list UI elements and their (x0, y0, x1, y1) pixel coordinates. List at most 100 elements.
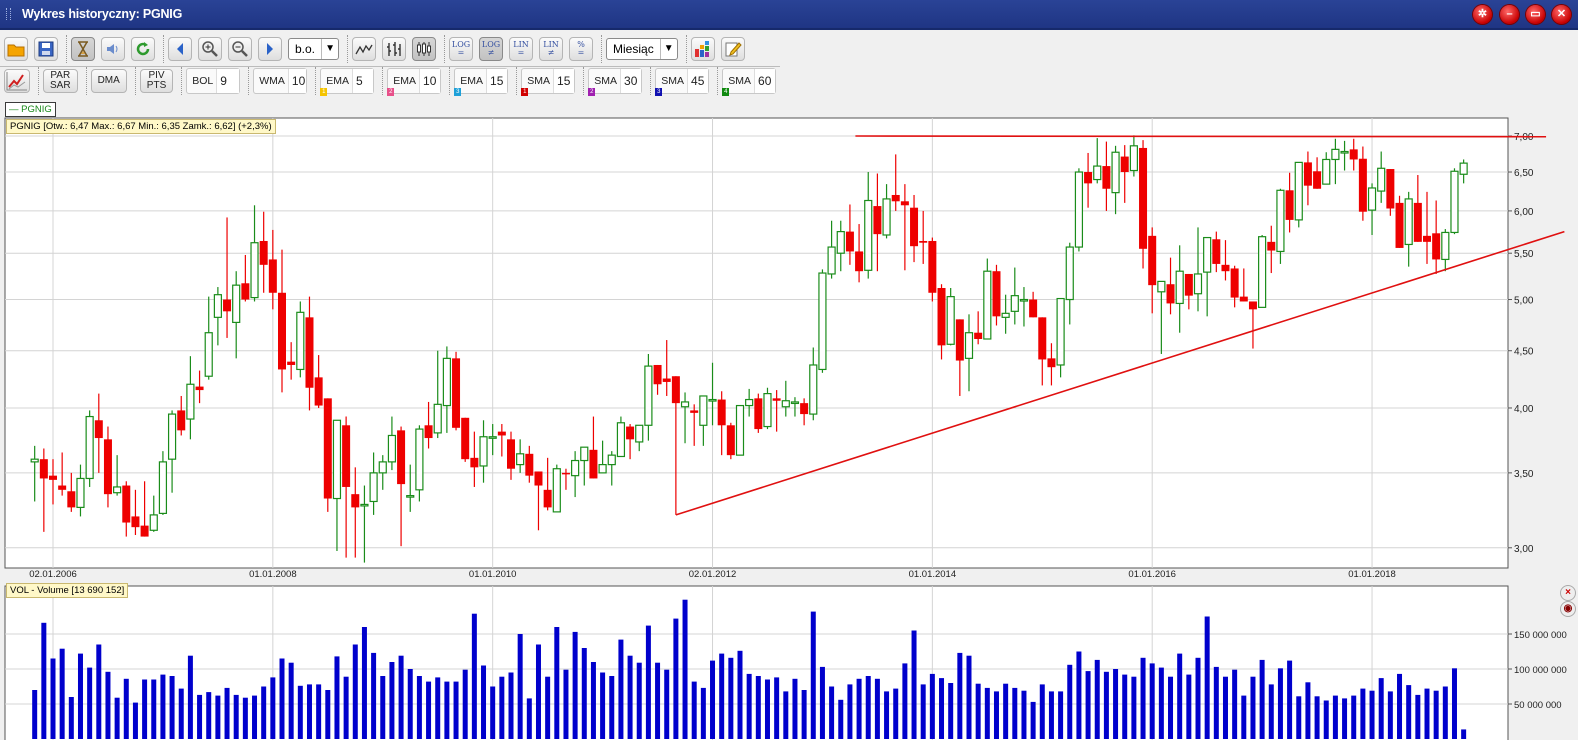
volume-bar (398, 655, 404, 739)
volume-bar (1122, 674, 1128, 739)
candle-body (360, 503, 369, 507)
volume-bar (1241, 695, 1247, 739)
date-tick-label: 01.01.2016 (1128, 569, 1176, 580)
candle-body (919, 240, 928, 243)
volume-bar (1158, 667, 1164, 739)
candle-body (1386, 169, 1395, 209)
candle-up (763, 387, 772, 430)
volume-bar (1113, 669, 1119, 739)
candle-body (928, 240, 937, 293)
volume-bar (77, 653, 83, 739)
candle-body (1230, 268, 1239, 298)
candle-body (635, 424, 644, 443)
volume-bar (645, 625, 651, 739)
candle-body (580, 446, 589, 462)
candle-body (1294, 161, 1303, 221)
candle-up (946, 287, 955, 346)
candle-body (204, 332, 213, 377)
price-tick-label: 5,50 (1514, 249, 1534, 260)
volume-bar (847, 684, 853, 739)
candle-body (1258, 236, 1267, 308)
candle-body (891, 194, 900, 202)
candle-body (113, 486, 122, 494)
candle-body (1358, 158, 1367, 212)
candle-body (1093, 165, 1102, 181)
candle-body (1175, 270, 1184, 305)
price-tick-label: 5,00 (1514, 296, 1534, 307)
volume-bar (618, 639, 624, 739)
volume-bar (1222, 676, 1228, 739)
candle-body (1029, 299, 1038, 318)
candle-body (1047, 358, 1056, 368)
volume-bar (1442, 686, 1448, 739)
price-chart: 7,00 6,50 6,00 5,50 5,00 4,50 4,00 3,50 3,00 02.0… (4, 117, 1567, 740)
volume-bar (416, 676, 422, 739)
candle-body (1221, 264, 1230, 272)
date-tick-label: 01.01.2010 (469, 569, 517, 580)
candle-body (1340, 150, 1349, 154)
volume-bar (1012, 687, 1018, 739)
candle-body (250, 242, 259, 299)
candle-body (910, 207, 919, 247)
volume-bar (682, 599, 688, 739)
candle-body (30, 458, 39, 463)
candle-up (735, 404, 745, 456)
volume-bar (343, 676, 349, 739)
volume-bar (1213, 666, 1219, 739)
price-tick-label: 4,50 (1514, 347, 1534, 358)
ohlc-info-box: PGNIG [Otw.: 6,47 Max.: 6,67 Min.: 6,35 … (6, 119, 276, 134)
volume-bar (187, 655, 193, 739)
candle-body (1441, 231, 1450, 261)
candle-body (1019, 298, 1029, 302)
volume-bar (874, 678, 880, 739)
volume-bar (545, 676, 551, 739)
candle-body (296, 311, 305, 371)
volume-bar (810, 611, 816, 739)
volume-bar (1406, 685, 1412, 739)
volume-bar (939, 678, 945, 739)
candle-body (305, 317, 314, 388)
price-tick-label: 3,50 (1514, 469, 1534, 480)
volume-bar (1076, 651, 1082, 739)
candle-body (1276, 189, 1285, 253)
volume-bar (581, 648, 587, 739)
price-pane (4, 117, 1509, 569)
candle-body (223, 299, 232, 312)
volume-bar (169, 676, 175, 739)
volume-bar (407, 669, 413, 739)
volume-bar (32, 690, 38, 739)
candle-body (259, 240, 268, 265)
candle-body (177, 410, 186, 431)
candle-body (397, 430, 406, 485)
volume-bar (948, 683, 954, 739)
price-tick-label: 7,00 (1514, 132, 1534, 143)
candle-body (1148, 235, 1157, 286)
volume-bar (325, 690, 331, 739)
candle-body (387, 434, 397, 463)
candle-body (1349, 149, 1358, 160)
candle-body (39, 459, 48, 479)
candle-body (1313, 171, 1322, 189)
volume-info-box: VOL - Volume [13 690 152] (6, 583, 129, 598)
volume-bar (68, 697, 74, 739)
volume-bar (435, 677, 441, 739)
candle-body (452, 358, 461, 428)
candle-body (937, 287, 946, 346)
volume-bar (444, 681, 450, 739)
candle-body (772, 398, 781, 401)
candle-body (1267, 241, 1276, 251)
candle-body (873, 206, 882, 235)
candle-body (351, 494, 360, 508)
candle-body (507, 439, 515, 469)
candle-body (1111, 151, 1120, 194)
candle-body (103, 439, 112, 495)
candle-body (1239, 296, 1248, 302)
volume-bar (490, 686, 496, 739)
candle-body (745, 398, 754, 407)
candle-body (461, 417, 470, 460)
candle-body (964, 332, 974, 359)
volume-bar (59, 648, 65, 739)
candle-body (864, 199, 873, 271)
candle-body (955, 319, 964, 361)
candle-body (131, 516, 140, 528)
